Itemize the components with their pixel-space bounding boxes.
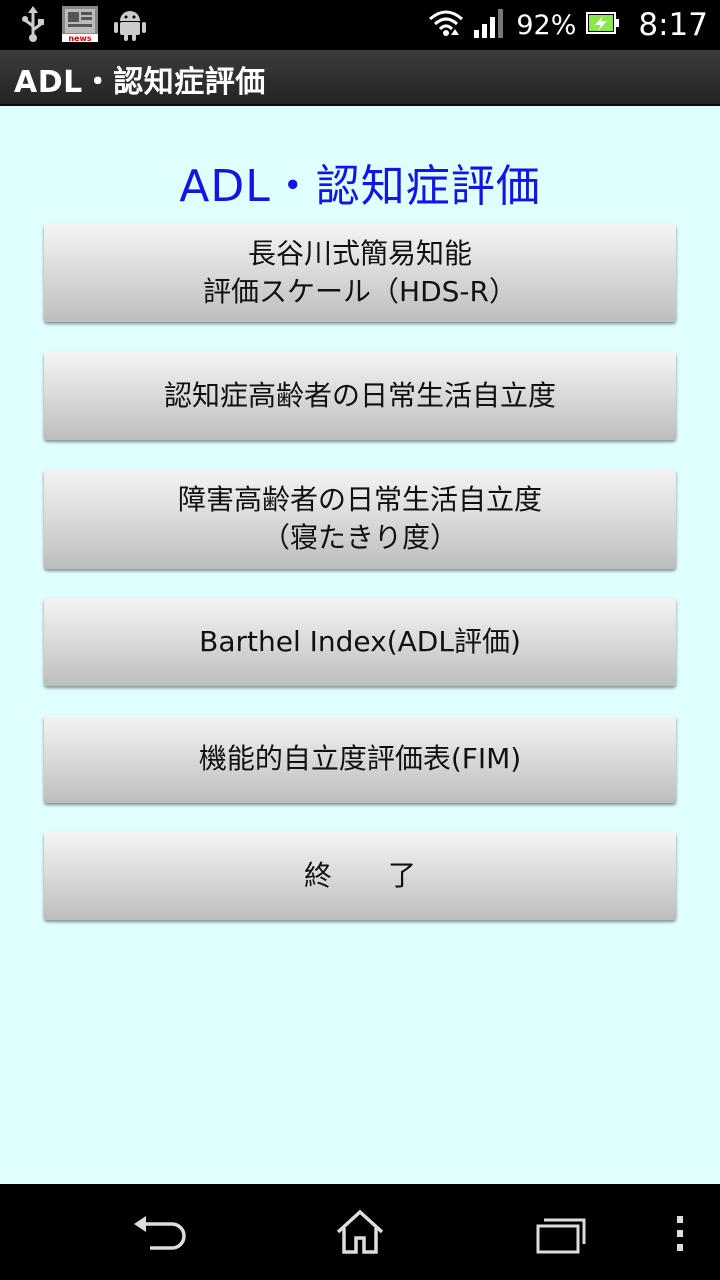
exit-button[interactable]: 終 了 — [44, 832, 676, 920]
home-icon[interactable] — [334, 1208, 386, 1260]
hds-r-button-label-line1: 長谷川式簡易知能 — [247, 237, 472, 270]
dementia-independence-button[interactable]: 認知症高齢者の日常生活自立度 — [44, 352, 676, 440]
barthel-index-button-label: Barthel Index(ADL評価) — [199, 625, 521, 658]
news-tv-app-icon: news — [62, 6, 98, 46]
bedridden-level-button[interactable]: 障害高齢者の日常生活自立度 （寝たきり度） — [44, 469, 676, 569]
status-bar: news 92% 8:17 — [0, 0, 720, 50]
app-title: ADL・認知症評価 — [14, 65, 266, 100]
main-content: ADL・認知症評価 長谷川式簡易知能 評価スケール（HDS-R） 認知症高齢者の… — [0, 106, 720, 1184]
battery-charging-icon — [586, 10, 620, 40]
hds-r-button[interactable]: 長谷川式簡易知能 評価スケール（HDS-R） — [44, 224, 676, 322]
notification-icons: news — [20, 6, 146, 46]
back-icon[interactable] — [132, 1214, 188, 1258]
fim-button[interactable]: 機能的自立度評価表(FIM) — [44, 715, 676, 803]
battery-percent: 92% — [516, 9, 577, 41]
exit-button-label: 終 了 — [303, 859, 416, 892]
bedridden-level-button-label-line2: （寝たきり度） — [261, 521, 458, 554]
dementia-independence-button-label: 認知症高齢者の日常生活自立度 — [163, 379, 556, 412]
barthel-index-button[interactable]: Barthel Index(ADL評価) — [44, 598, 676, 686]
fim-button-label: 機能的自立度評価表(FIM) — [198, 742, 522, 775]
navigation-bar — [0, 1184, 720, 1280]
action-bar: ADL・認知症評価 — [0, 50, 720, 106]
clock: 8:17 — [638, 7, 708, 43]
usb-icon — [20, 6, 46, 46]
android-debug-icon — [114, 7, 146, 45]
signal-icon — [474, 8, 506, 42]
overflow-menu-icon[interactable] — [674, 1214, 686, 1258]
page-title: ADL・認知症評価 — [179, 161, 541, 212]
hds-r-button-label-line2: 評価スケール（HDS-R） — [203, 275, 517, 308]
wifi-icon — [428, 7, 464, 43]
recent-apps-icon[interactable] — [534, 1214, 586, 1260]
svg-text:news: news — [68, 34, 92, 42]
system-status: 92% 8:17 — [428, 0, 708, 50]
bedridden-level-button-label-line1: 障害高齢者の日常生活自立度 — [177, 483, 542, 516]
